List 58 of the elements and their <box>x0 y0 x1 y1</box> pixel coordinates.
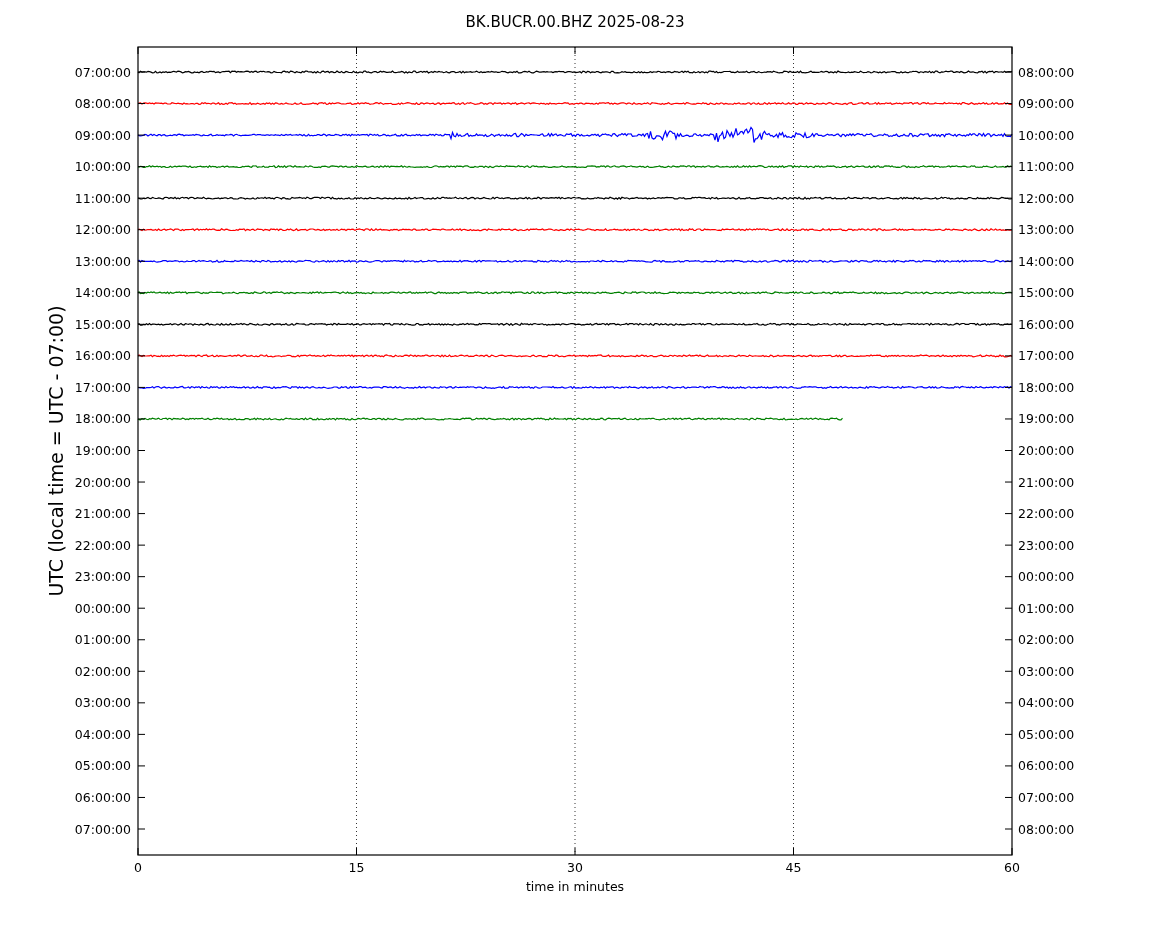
tick-label: 22:00:00 <box>74 537 131 553</box>
tick-label: 18:00:00 <box>1018 379 1075 395</box>
tick-label: 07:00:00 <box>74 64 131 80</box>
tick-label: 19:00:00 <box>1018 411 1075 427</box>
tick-label: 16:00:00 <box>1018 316 1075 332</box>
tick-label: 11:00:00 <box>1018 159 1075 175</box>
tick-label: 20:00:00 <box>1018 443 1075 458</box>
tick-label: 07:00:00 <box>74 821 131 837</box>
tick-label: 10:00:00 <box>1018 127 1075 143</box>
tick-label: 15:00:00 <box>74 316 131 332</box>
tick-label: 05:00:00 <box>74 758 131 774</box>
tick-label: 06:00:00 <box>1018 758 1075 774</box>
tick-label: 08:00:00 <box>1018 821 1075 837</box>
tick-label: 08:00:00 <box>1018 64 1075 80</box>
tick-label: 06:00:00 <box>74 789 131 805</box>
tick-label: 13:00:00 <box>74 253 131 269</box>
tick-label: 17:00:00 <box>1018 348 1075 364</box>
tick-label: 00:00:00 <box>1018 569 1075 585</box>
tick-label: 00:00:00 <box>74 600 131 616</box>
tick-label: 30 <box>567 860 583 875</box>
tick-label: 14:00:00 <box>1018 253 1075 269</box>
tick-label: 09:00:00 <box>74 127 131 143</box>
tick-label: 22:00:00 <box>1018 506 1075 522</box>
tick-label: 23:00:00 <box>74 569 131 585</box>
tick-label: 19:00:00 <box>74 443 131 458</box>
tick-label: 10:00:00 <box>74 159 131 175</box>
tick-label: 23:00:00 <box>1018 537 1075 553</box>
chart-title: BK.BUCR.00.BHZ 2025-08-23 <box>465 13 685 31</box>
tick-label: 12:00:00 <box>1018 190 1075 206</box>
tick-label: 60 <box>1004 860 1020 875</box>
tick-label: 21:00:00 <box>74 506 131 522</box>
tick-label: 15:00:00 <box>1018 285 1075 301</box>
tick-label: 11:00:00 <box>74 190 131 206</box>
tick-label: 17:00:00 <box>74 379 131 395</box>
tick-label: 03:00:00 <box>74 695 131 711</box>
tick-label: 05:00:00 <box>1018 726 1075 742</box>
tick-label: 03:00:00 <box>1018 663 1075 679</box>
tick-label: 12:00:00 <box>74 222 131 238</box>
tick-label: 02:00:00 <box>74 663 131 679</box>
tick-label: 0 <box>134 860 142 875</box>
tick-label: 01:00:00 <box>1018 600 1075 616</box>
tick-label: 07:00:00 <box>1018 789 1075 805</box>
tick-label: 14:00:00 <box>74 285 131 301</box>
tick-label: 02:00:00 <box>1018 632 1075 648</box>
tick-label: 01:00:00 <box>74 632 131 648</box>
tick-label: 08:00:00 <box>74 96 131 112</box>
axis-label: UTC (local time = UTC - 07:00) <box>45 305 67 597</box>
tick-label: 20:00:00 <box>74 474 131 490</box>
axis-label: time in minutes <box>525 879 625 894</box>
tick-label: 21:00:00 <box>1018 474 1075 490</box>
tick-label: 13:00:00 <box>1018 222 1075 238</box>
tick-label: 04:00:00 <box>74 726 131 742</box>
tick-label: 45 <box>785 860 802 875</box>
tick-label: 15 <box>348 860 365 875</box>
tick-label: 04:00:00 <box>1018 695 1075 711</box>
tick-label: 09:00:00 <box>1018 96 1075 112</box>
tick-label: 16:00:00 <box>74 348 131 364</box>
tick-label: 18:00:00 <box>74 411 131 427</box>
